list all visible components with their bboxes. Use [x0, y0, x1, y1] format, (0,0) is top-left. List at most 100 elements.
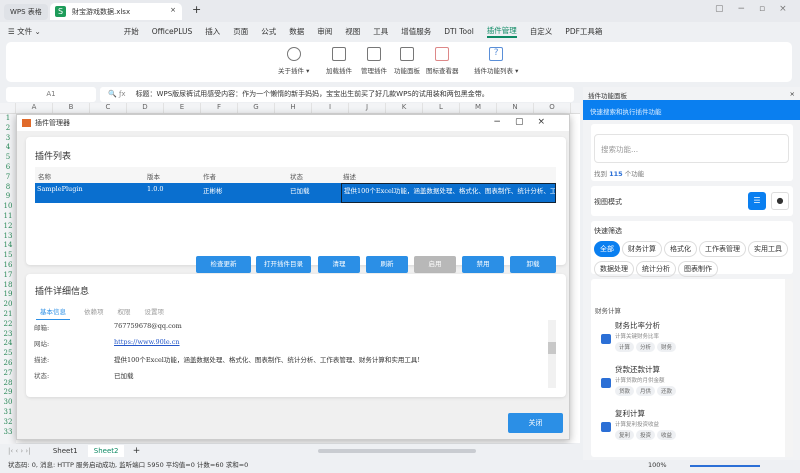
menu-item[interactable]: 插件管理	[486, 25, 517, 38]
row-header[interactable]: 26	[0, 359, 16, 369]
manage-plugin-button[interactable]: 管理插件	[361, 47, 387, 75]
menu-item[interactable]: 增值服务	[401, 26, 431, 37]
column-header[interactable]: D	[127, 103, 164, 113]
window-controls[interactable]: ▢−▫×	[715, 4, 800, 14]
row-header[interactable]: 19	[0, 290, 16, 300]
row-header[interactable]: 18	[0, 281, 16, 291]
row-header[interactable]: 8	[0, 183, 16, 193]
app-tab[interactable]: WPS 表格	[4, 4, 48, 20]
row-header[interactable]: 16	[0, 261, 16, 271]
menu-item[interactable]: 数据	[289, 26, 304, 37]
column-header[interactable]: N	[497, 103, 534, 113]
column-header[interactable]: B	[53, 103, 90, 113]
add-sheet-icon[interactable]: +	[133, 446, 141, 456]
column-header[interactable]: F	[201, 103, 238, 113]
table-row[interactable]: SamplePlugin 1.0.0 正彬彬 已加载 提供100个Excel功能…	[35, 183, 556, 203]
column-header[interactable]: H	[275, 103, 312, 113]
column-header[interactable]: C	[90, 103, 127, 113]
function-panel-button[interactable]: 功能面板	[394, 47, 420, 75]
menu-item[interactable]: 公式	[261, 26, 276, 37]
theme-toggle-icon[interactable]: ●	[771, 192, 789, 210]
row-header[interactable]: 3	[0, 134, 16, 144]
plugin-action-button[interactable]: 卸载	[510, 256, 556, 273]
filter-chip[interactable]: 格式化	[664, 241, 697, 257]
close-button[interactable]: 关闭	[508, 413, 563, 433]
corner[interactable]	[0, 103, 16, 113]
row-header[interactable]: 29	[0, 388, 16, 398]
load-plugin-button[interactable]: 加载插件	[326, 47, 352, 75]
row-header[interactable]: 10	[0, 202, 16, 212]
row-header[interactable]: 2	[0, 124, 16, 134]
row-header[interactable]: 1	[0, 114, 16, 124]
plugin-action-button[interactable]: 启用	[414, 256, 456, 273]
row-header[interactable]: 20	[0, 300, 16, 310]
menu-item[interactable]: 工具	[373, 26, 388, 37]
menu-item[interactable]: 开始	[124, 26, 139, 37]
row-header[interactable]: 5	[0, 153, 16, 163]
row-header[interactable]: 11	[0, 212, 16, 222]
plugin-action-button[interactable]: 禁用	[462, 256, 504, 273]
sheet-tab-sheet1[interactable]: Sheet1	[53, 447, 78, 455]
row-header[interactable]: 24	[0, 339, 16, 349]
plugin-action-button[interactable]: 清理	[318, 256, 360, 273]
menu-item[interactable]: OfficePLUS	[152, 27, 192, 36]
menu-item[interactable]: DTI Tool	[444, 27, 474, 36]
detail-tab[interactable]: 依赖项	[84, 306, 104, 320]
plugin-action-button[interactable]: 检查更新	[196, 256, 251, 273]
filter-chip[interactable]: 工作表管理	[699, 241, 746, 257]
menu-item[interactable]: 视图	[345, 26, 360, 37]
menu-item[interactable]: 审阅	[317, 26, 332, 37]
column-header[interactable]: E	[164, 103, 201, 113]
about-plugin-button[interactable]: 关于插件 ▾	[278, 47, 309, 75]
row-header[interactable]: 9	[0, 192, 16, 202]
column-header[interactable]: J	[349, 103, 386, 113]
document-tab[interactable]: S 財宝游戏数据.xlsx ×	[50, 3, 182, 20]
row-header[interactable]: 27	[0, 369, 16, 379]
row-header[interactable]: 14	[0, 241, 16, 251]
filter-chip[interactable]: 统计分析	[636, 261, 676, 277]
zoom-slider[interactable]	[690, 465, 760, 467]
row-header[interactable]: 32	[0, 418, 16, 428]
row-header[interactable]: 6	[0, 163, 16, 173]
list-view-icon[interactable]: ☰	[748, 192, 766, 210]
menu-item[interactable]: 自定义	[530, 26, 553, 37]
horizontal-scrollbar[interactable]	[318, 449, 476, 453]
row-header[interactable]: 30	[0, 398, 16, 408]
filter-chip[interactable]: 数据处理	[594, 261, 634, 277]
menu-item[interactable]: PDF工具箱	[565, 26, 602, 37]
menu-item[interactable]: 插入	[205, 26, 220, 37]
function-item[interactable]: 贷款还款计算 计算贷款的月供金额 贷款 月供 还款	[595, 364, 789, 408]
zoom-level[interactable]: 100%	[648, 458, 667, 473]
detail-scrollbar[interactable]	[548, 320, 556, 388]
plugin-action-button[interactable]: 刷新	[366, 256, 408, 273]
formula-input[interactable]: 🔍 ƒx 标题：WPS版尿裤试用感受内容：作为一个懒惰的新手妈妈，宝宝出生前买了好…	[100, 87, 574, 102]
column-header[interactable]: L	[423, 103, 460, 113]
row-header[interactable]: 4	[0, 143, 16, 153]
row-header[interactable]: 21	[0, 310, 16, 320]
dialog-window-controls[interactable]: −▢×	[493, 117, 559, 127]
column-header[interactable]: I	[312, 103, 349, 113]
detail-tab[interactable]: 设置项	[145, 306, 165, 320]
row-header[interactable]: 22	[0, 320, 16, 330]
row-header[interactable]: 12	[0, 222, 16, 232]
detail-tab[interactable]: 基本信息	[36, 306, 70, 320]
column-header[interactable]: G	[238, 103, 275, 113]
filter-chip[interactable]: 实用工具	[748, 241, 788, 257]
filter-chip[interactable]: 图表制作	[678, 261, 718, 277]
close-panel-icon[interactable]: ×	[790, 90, 795, 98]
name-box[interactable]: A1	[6, 87, 96, 102]
column-header[interactable]: M	[460, 103, 497, 113]
new-tab-button[interactable]: +	[192, 3, 201, 16]
field-value[interactable]: https://www.90le.cn	[114, 338, 180, 346]
filter-chip[interactable]: 全部	[594, 241, 620, 257]
row-header[interactable]: 23	[0, 330, 16, 340]
row-header[interactable]: 7	[0, 173, 16, 183]
sheet-tab-sheet2[interactable]: Sheet2	[87, 445, 125, 457]
search-input[interactable]: 搜索功能...	[594, 134, 789, 163]
row-header[interactable]: 13	[0, 232, 16, 242]
row-header[interactable]: 33	[0, 428, 16, 438]
column-header[interactable]: K	[386, 103, 423, 113]
plugin-action-button[interactable]: 打开插件目录	[256, 256, 311, 273]
filter-chip[interactable]: 财务计算	[622, 241, 662, 257]
menu-item[interactable]: ☰ 文件 ⌄	[8, 26, 41, 37]
